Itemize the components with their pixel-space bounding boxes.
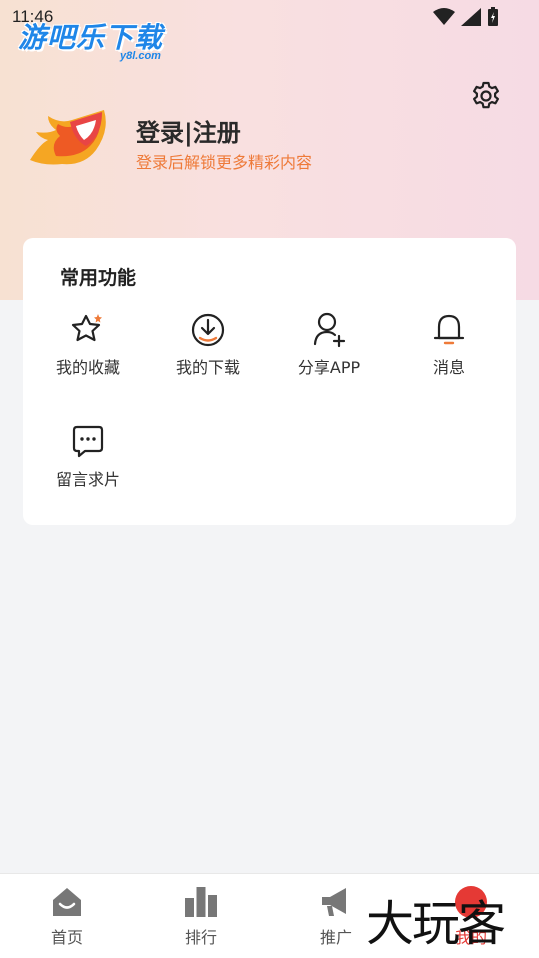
downloads-label: 我的下载 [175, 358, 240, 377]
message-icon [72, 425, 104, 458]
star-icon [71, 314, 102, 342]
tab-promotion-label: 推广 [319, 928, 352, 947]
download-icon [191, 313, 225, 347]
status-icons [433, 7, 499, 27]
common-functions-card: 常用功能 我的收藏 我的下载 分享APP 消息 留言求片 [23, 238, 516, 525]
section-title: 常用功能 [60, 267, 137, 289]
login-register-link[interactable]: 登录|注册 [136, 113, 241, 148]
wifi-icon [433, 8, 455, 25]
flame-logo-icon [30, 110, 106, 165]
add-user-icon [313, 312, 346, 348]
tab-ranking-label: 排行 [184, 928, 217, 947]
tab-home[interactable]: 首页 [27, 884, 107, 948]
app-logo-avatar[interactable] [26, 100, 112, 170]
tab-ranking[interactable]: 排行 [161, 884, 241, 948]
home-icon [53, 888, 81, 916]
downloads-button[interactable]: 我的下载 [158, 310, 258, 390]
corner-watermark: 大玩客 [366, 882, 536, 952]
favorites-button[interactable]: 我的收藏 [38, 310, 138, 390]
login-hint-text: 登录后解锁更多精彩内容 [136, 153, 313, 172]
watermark-domain: y8l.com [120, 50, 161, 62]
favorites-label: 我的收藏 [55, 358, 120, 377]
megaphone-icon [322, 888, 346, 916]
watermark-logo: 游吧乐下载 y8l.com [18, 16, 188, 66]
share-app-button[interactable]: 分享APP [279, 310, 379, 390]
signal-icon [461, 8, 481, 26]
request-movie-label: 留言求片 [55, 470, 120, 489]
corner-watermark-text: 大玩客 [366, 896, 506, 952]
settings-button[interactable] [470, 80, 502, 112]
gear-icon [473, 81, 499, 109]
share-app-label: 分享APP [297, 358, 361, 377]
bell-icon [433, 314, 465, 345]
tab-home-label: 首页 [50, 928, 83, 947]
tab-promotion[interactable]: 推广 [296, 884, 376, 948]
bar-chart-icon [185, 887, 217, 917]
messages-label: 消息 [432, 358, 465, 377]
messages-button[interactable]: 消息 [399, 310, 499, 390]
request-movie-button[interactable]: 留言求片 [38, 422, 138, 502]
battery-icon [488, 7, 498, 26]
